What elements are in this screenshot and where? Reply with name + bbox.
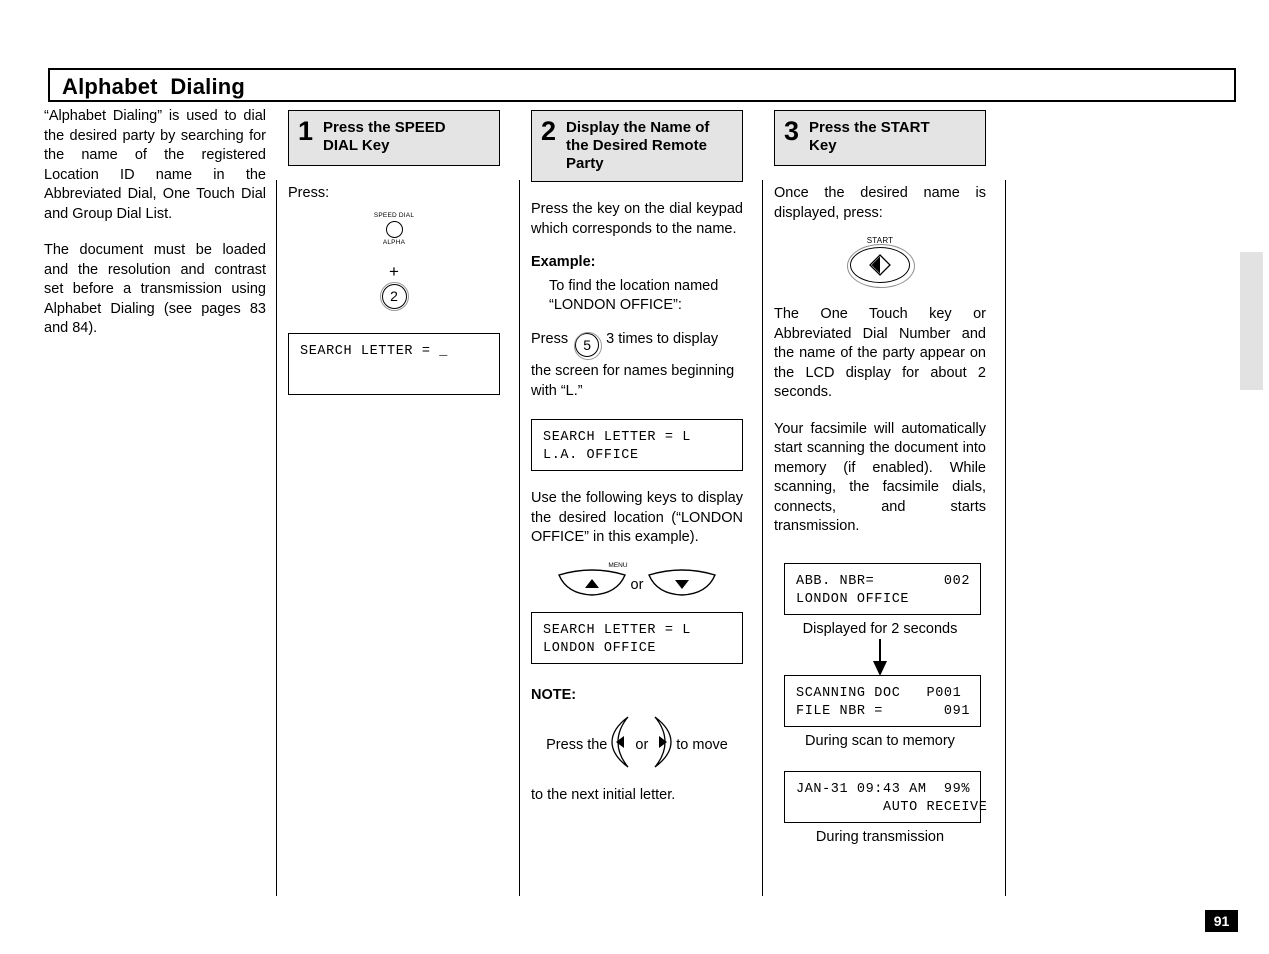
page-title-box: Alphabet Dialing bbox=[48, 68, 1236, 102]
menu-arrow-keys-row: MENU or bbox=[531, 562, 743, 602]
step-2-title: Display the Name of the Desired Remote P… bbox=[566, 119, 710, 172]
step-3-caption-3: During transmission bbox=[815, 828, 945, 845]
cursor-right-arrow-icon bbox=[654, 716, 672, 768]
step-2-lcd-display-1: SEARCH LETTER = L L.A. OFFICE bbox=[531, 419, 743, 472]
start-key-oval-icon bbox=[847, 244, 915, 288]
speed-dial-alpha-key[interactable]: SPEED DIAL ALPHA bbox=[288, 212, 500, 247]
digit-key-5[interactable]: 5 bbox=[573, 331, 602, 360]
step-2-press-after: 3 times to display bbox=[606, 330, 719, 347]
step-2-press-continued: the screen for names beginning with “L.” bbox=[531, 363, 735, 399]
side-tab-marker bbox=[1240, 252, 1263, 390]
step-2-press-word: Press bbox=[531, 330, 569, 347]
intro-paragraph-1: “Alphabet Dialing” is used to dial the d… bbox=[44, 108, 266, 222]
page-title: Alphabet Dialing bbox=[62, 74, 246, 99]
speed-dial-key-bottom-label: ALPHA bbox=[382, 238, 406, 246]
step-1-title: Press the SPEED DIAL Key bbox=[323, 119, 446, 154]
step-column-2: 2 Display the Name of the Desired Remote… bbox=[531, 110, 743, 805]
intro-paragraph-2: The document must be loaded and the reso… bbox=[44, 242, 266, 336]
plus-sign: + bbox=[389, 261, 399, 281]
menu-down-arrow-icon bbox=[648, 569, 717, 596]
step-2-note-heading: NOTE: bbox=[531, 686, 577, 703]
step-3-header: 3 Press the START Key bbox=[774, 110, 986, 166]
step-3-lcd-display-3: JAN-31 09:43 AM 99% AUTO RECEIVE bbox=[784, 770, 987, 823]
step-2-intro-text: Press the key on the dial keypad which c… bbox=[531, 201, 743, 237]
step-2-use-keys-text: Use the following keys to display the de… bbox=[531, 490, 743, 546]
menu-up-arrow-key[interactable] bbox=[557, 569, 627, 602]
cursor-left-arrow-icon bbox=[611, 716, 629, 768]
step-column-1: 1 Press the SPEED DIAL Key Press: SPEED … bbox=[288, 110, 500, 395]
step-2-note-line-2: to the next initial letter. bbox=[531, 786, 676, 803]
menu-up-arrow-icon bbox=[557, 569, 626, 596]
cursor-left-arrow-key[interactable] bbox=[609, 715, 633, 776]
step-2-example-heading: Example: bbox=[531, 254, 596, 270]
step-column-3: 3 Press the START Key Once the desired n… bbox=[774, 110, 987, 845]
cursor-right-arrow-key[interactable] bbox=[650, 715, 674, 776]
step-3-title: Press the START Key bbox=[809, 119, 930, 154]
start-key[interactable]: START bbox=[774, 237, 986, 288]
flow-down-arrow bbox=[774, 638, 986, 676]
column-divider-2 bbox=[519, 180, 520, 896]
note-or-label: or bbox=[635, 736, 649, 753]
menu-arrows-or-label: or bbox=[630, 577, 644, 594]
note-after-text: to move bbox=[676, 736, 728, 753]
step-2-header: 2 Display the Name of the Desired Remote… bbox=[531, 110, 743, 182]
page-number-badge: 91 bbox=[1205, 910, 1238, 932]
step-1-press-label: Press: bbox=[288, 185, 330, 201]
column-divider-1 bbox=[276, 180, 277, 896]
column-divider-4 bbox=[1005, 180, 1006, 896]
start-diamond-icon bbox=[869, 254, 891, 276]
step-2-note-line-1: Press the or to move bbox=[531, 715, 743, 776]
step-2-press-line: Press 5 3 times to display bbox=[531, 330, 743, 360]
column-divider-3 bbox=[762, 180, 763, 896]
step-3-lcd-display-1: ABB. NBR= 002 LONDON OFFICE bbox=[784, 562, 981, 615]
step-3-caption-1: Displayed for 2 seconds bbox=[802, 620, 958, 637]
step-3-paragraph-1: The One Touch key or Abbreviated Dial Nu… bbox=[774, 306, 986, 400]
step-2-lcd-display-2: SEARCH LETTER = L LONDON OFFICE bbox=[531, 611, 743, 664]
step-2-example-text: To find the location named “LONDON OFFIC… bbox=[549, 277, 719, 314]
step-1-number: 1 bbox=[298, 116, 314, 146]
step-1-header: 1 Press the SPEED DIAL Key bbox=[288, 110, 500, 166]
speed-dial-circle-icon bbox=[385, 220, 403, 238]
step-1-lcd-display: SEARCH LETTER = _ bbox=[288, 332, 500, 395]
step-3-paragraph-2: Your facsimile will automatically start … bbox=[774, 420, 986, 535]
step-3-number: 3 bbox=[784, 116, 800, 146]
note-before-text: Press the bbox=[546, 736, 608, 753]
intro-column: “Alphabet Dialing” is used to dial the d… bbox=[44, 107, 266, 356]
down-arrow-icon bbox=[873, 638, 887, 676]
menu-down-arrow-key[interactable] bbox=[647, 569, 717, 602]
speed-dial-key-top-label: SPEED DIAL bbox=[373, 211, 415, 219]
step-2-number: 2 bbox=[541, 116, 557, 146]
step-3-intro-text: Once the desired name is displayed, pres… bbox=[774, 185, 986, 221]
step-3-lcd-display-2: SCANNING DOC P001 FILE NBR = 091 bbox=[784, 674, 981, 727]
digit-key-2[interactable]: 2 bbox=[380, 282, 409, 311]
step-3-caption-2: During scan to memory bbox=[805, 732, 955, 749]
